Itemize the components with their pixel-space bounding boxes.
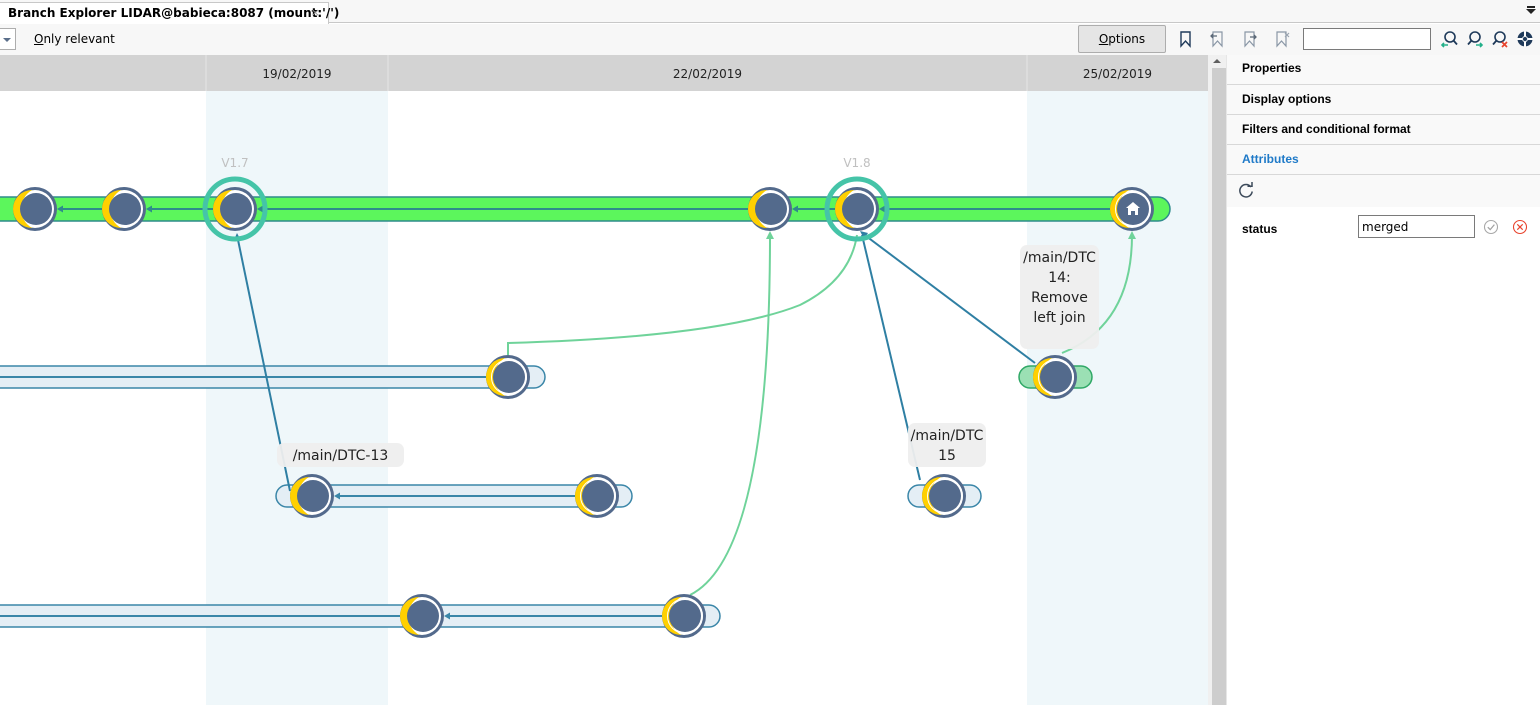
branch-tooltip-dtc13: /main/DTC-13 [277, 443, 404, 467]
scrollbar-thumb[interactable] [1212, 68, 1226, 705]
changeset[interactable] [486, 355, 530, 399]
section-properties[interactable]: Properties [1227, 55, 1540, 85]
changeset-core [220, 193, 252, 225]
changeset-core [297, 480, 329, 512]
date-header: 19/02/2019 22/02/2019 25/02/2019 [0, 55, 1208, 91]
changeset[interactable] [13, 187, 57, 231]
bookmark-next-icon[interactable] [1241, 30, 1259, 48]
date-label: 25/02/2019 [1083, 67, 1152, 81]
section-filters[interactable]: Filters and conditional format [1227, 115, 1540, 145]
label-text: V1.8 [843, 156, 870, 170]
branch-explorer-canvas[interactable]: 19/02/2019 22/02/2019 25/02/2019 /main/DTC… [0, 55, 1208, 705]
tooltip-text: Remove [1031, 290, 1088, 306]
changeset-core [20, 193, 52, 225]
tab-list-menu-icon[interactable] [1526, 6, 1536, 16]
options-button[interactable]: Options [1078, 25, 1166, 53]
branch-tooltip-dtc15: /main/DTC 15 [908, 423, 986, 467]
changeset-core [1040, 361, 1072, 393]
branch-tooltip-dtc14: /main/DTC 14: Remove left join [1020, 245, 1099, 349]
tooltip-text: 15 [938, 448, 956, 464]
changeset-core [669, 600, 701, 632]
search-next-icon[interactable] [1466, 30, 1484, 48]
vertical-scrollbar[interactable] [1208, 55, 1226, 705]
only-relevant-toggle[interactable]: Only relevant [34, 32, 115, 46]
branch-graph[interactable]: 19/02/2019 22/02/2019 25/02/2019 /main/DTC… [0, 55, 1208, 705]
changeset[interactable] [1110, 187, 1154, 231]
bookmark-icon[interactable] [1177, 30, 1195, 48]
changeset[interactable] [922, 474, 966, 518]
changeset[interactable] [575, 474, 619, 518]
bookmark-previous-icon[interactable] [1208, 30, 1226, 48]
filter-dropdown[interactable] [0, 28, 16, 50]
changeset-core [929, 480, 961, 512]
search-clear-icon[interactable] [1491, 30, 1509, 48]
changeset[interactable] [662, 594, 706, 638]
changeset-core [109, 193, 141, 225]
options-label: ptions [1108, 32, 1146, 46]
tooltip-text: left join [1033, 310, 1085, 326]
tab-title: Branch Explorer LIDAR@babieca:8087 (moun… [8, 6, 340, 20]
section-display-options[interactable]: Display options [1227, 85, 1540, 115]
bookmark-clear-icon[interactable] [1273, 30, 1291, 48]
tooltip-text: /main/DTC-13 [293, 448, 389, 464]
toolbar: Only relevant Options [0, 24, 1540, 55]
merge-link [507, 234, 858, 355]
attribute-row: status [1227, 207, 1540, 247]
tab-branch-explorer[interactable]: Branch Explorer LIDAR@babieca:8087 (moun… [0, 2, 339, 24]
tab-strip: Branch Explorer LIDAR@babieca:8087 (moun… [0, 0, 1540, 24]
merge-link [689, 234, 771, 596]
changeset[interactable] [1033, 355, 1077, 399]
attributes-toolbar [1227, 175, 1540, 207]
date-header-cell [0, 55, 205, 91]
changeset-core [493, 361, 525, 393]
search-input[interactable] [1303, 28, 1431, 50]
branches-layer [0, 196, 1171, 628]
help-lifebuoy-icon[interactable] [1516, 30, 1534, 48]
date-label: 22/02/2019 [673, 67, 742, 81]
changeset[interactable] [400, 594, 444, 638]
tab-close-icon[interactable]: × [311, 6, 320, 19]
branch-tooltips-layer: /main/DTC-13/main/DTC 15/main/DTC 14: Remov… [277, 245, 1099, 467]
date-label: 19/02/2019 [262, 67, 331, 81]
cancel-x-icon[interactable] [1512, 219, 1528, 235]
changeset[interactable] [290, 474, 334, 518]
side-panel: Properties Display options Filters and c… [1226, 55, 1540, 705]
label-text: V1.7 [221, 156, 248, 170]
changeset-core [842, 193, 874, 225]
attribute-value-input[interactable] [1358, 215, 1475, 238]
tooltip-text: 14: [1048, 270, 1071, 286]
options-mnemonic: O [1098, 32, 1109, 46]
search-previous-icon[interactable] [1440, 30, 1458, 48]
changeset-core [407, 600, 439, 632]
only-relevant-label: nly relevant [43, 32, 115, 46]
changeset[interactable] [748, 187, 792, 231]
tooltip-text: /main/DTC [1023, 250, 1096, 266]
tooltip-text: /main/DTC [911, 428, 984, 444]
changeset-core [755, 193, 787, 225]
apply-check-icon[interactable] [1483, 219, 1499, 235]
changesets-layer: V1.7 V1.8 [13, 156, 1154, 638]
arrow-head [766, 231, 774, 239]
changeset[interactable] [102, 187, 146, 231]
section-attributes[interactable]: Attributes [1227, 145, 1540, 175]
refresh-icon[interactable] [1237, 182, 1255, 200]
scroll-up-arrow[interactable] [1208, 55, 1226, 68]
attribute-name: status [1242, 222, 1278, 236]
changeset-core [582, 480, 614, 512]
